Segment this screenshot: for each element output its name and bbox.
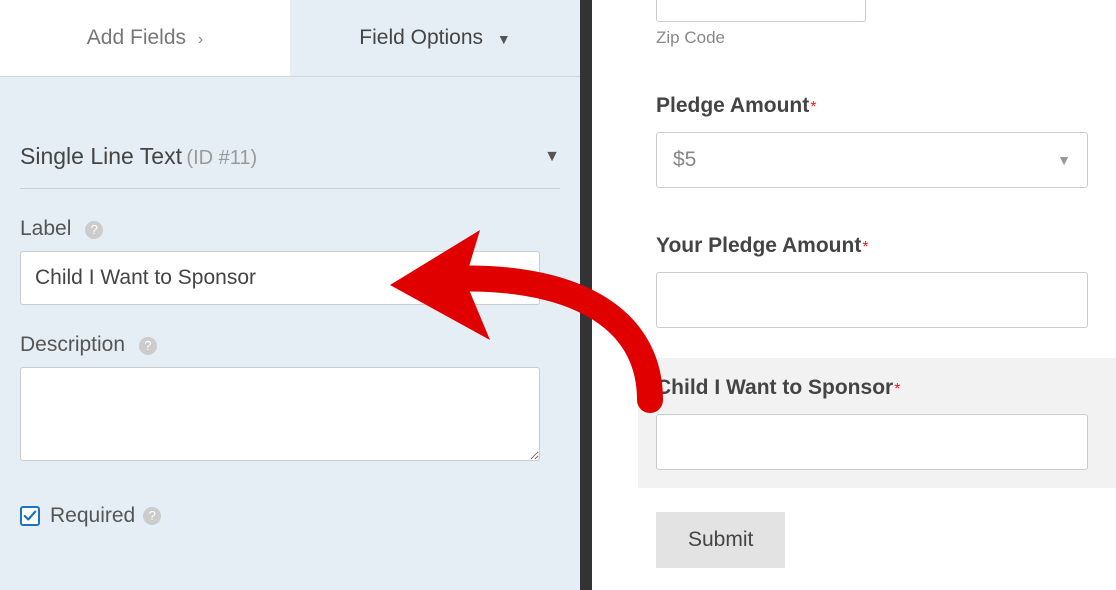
app-container: Add Fields › Field Options ▼ Single Line… (0, 0, 1116, 590)
help-icon[interactable]: ? (85, 221, 103, 239)
check-icon (23, 509, 37, 523)
sidebar-tabs: Add Fields › Field Options ▼ (0, 0, 580, 77)
pledge-amount-value: $5 (673, 148, 696, 172)
field-type-title: Single Line Text (20, 143, 182, 169)
pledge-amount-label: Pledge Amount (656, 94, 809, 117)
selected-field-highlight[interactable]: Child I Want to Sponsor* (638, 358, 1116, 488)
your-pledge-group: Your Pledge Amount* (656, 234, 1088, 328)
label-heading-text: Label (20, 217, 71, 240)
field-title-wrap: Single Line Text (ID #11) (20, 143, 257, 170)
help-icon[interactable]: ? (143, 507, 161, 525)
zip-code-input[interactable] (656, 0, 866, 22)
your-pledge-label: Your Pledge Amount (656, 234, 861, 257)
panel-body: Single Line Text (ID #11) ▼ Label ? Desc… (0, 77, 580, 546)
tab-field-options[interactable]: Field Options ▼ (290, 0, 580, 76)
chevron-right-icon: › (198, 31, 203, 49)
tab-add-fields[interactable]: Add Fields › (0, 0, 290, 76)
tab-add-fields-label: Add Fields (87, 26, 186, 49)
description-heading: Description ? (20, 333, 560, 357)
description-input[interactable] (20, 367, 540, 461)
pledge-amount-select[interactable]: $5 ▼ (656, 132, 1088, 188)
required-label: Required (50, 504, 135, 528)
chevron-down-icon: ▼ (497, 31, 511, 47)
label-heading: Label ? (20, 217, 560, 241)
panel-divider (580, 0, 592, 590)
label-input[interactable] (20, 251, 540, 305)
required-checkbox[interactable] (20, 506, 40, 526)
child-sponsor-label: Child I Want to Sponsor (656, 376, 893, 399)
required-asterisk: * (894, 381, 900, 398)
required-row[interactable]: Required ? (20, 504, 560, 528)
zip-code-label: Zip Code (656, 28, 1088, 48)
pledge-amount-group: Pledge Amount* $5 ▼ (656, 94, 1088, 188)
required-asterisk: * (862, 239, 868, 256)
submit-button[interactable]: Submit (656, 512, 785, 568)
field-options-sidebar: Add Fields › Field Options ▼ Single Line… (0, 0, 580, 590)
help-icon[interactable]: ? (139, 337, 157, 355)
field-id: (ID #11) (186, 147, 257, 169)
chevron-down-icon: ▼ (1057, 152, 1071, 168)
description-heading-text: Description (20, 333, 125, 356)
field-header[interactable]: Single Line Text (ID #11) ▼ (20, 95, 560, 189)
your-pledge-input[interactable] (656, 272, 1088, 328)
form-preview: Zip Code Pledge Amount* $5 ▼ Your Pledge… (592, 0, 1116, 590)
child-sponsor-input[interactable] (656, 414, 1088, 470)
required-asterisk: * (810, 99, 816, 116)
chevron-down-icon: ▼ (544, 148, 560, 166)
tab-field-options-label: Field Options (359, 26, 483, 49)
